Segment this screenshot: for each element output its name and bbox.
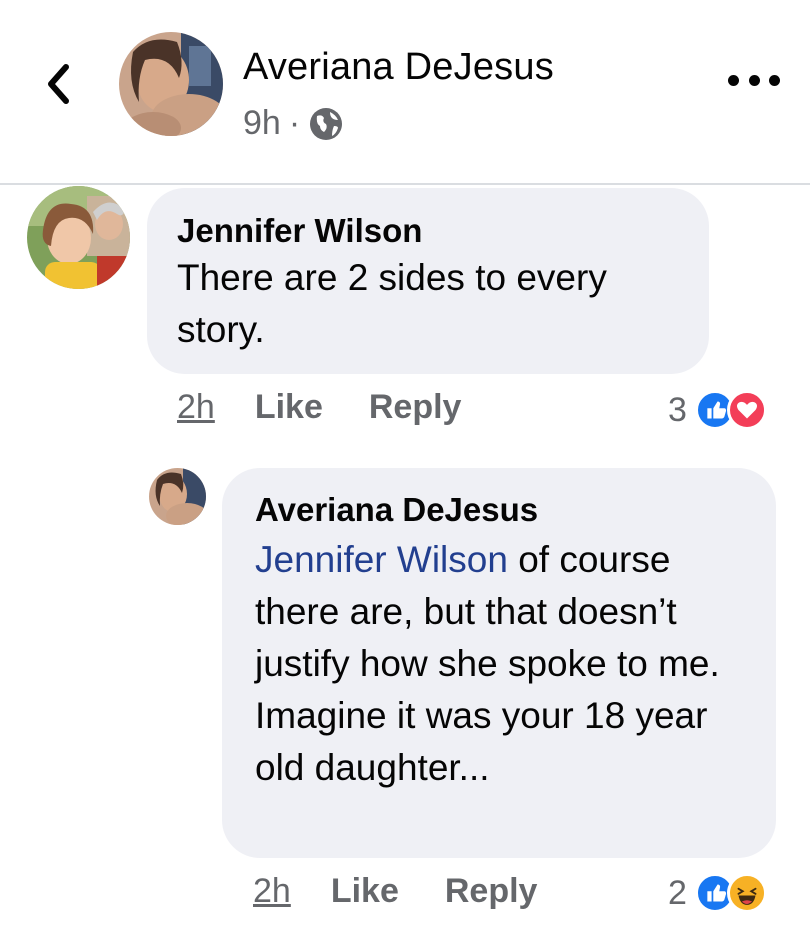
reply-actions: 2h Like Reply: [253, 872, 537, 911]
post-time[interactable]: 9h: [243, 104, 281, 143]
post-header: Averiana DeJesus 9h ·: [0, 0, 810, 183]
more-dot: [728, 74, 739, 86]
like-button[interactable]: Like: [255, 388, 323, 427]
back-button[interactable]: [38, 60, 78, 108]
haha-icon: [726, 873, 767, 913]
reaction-count: 2: [668, 873, 687, 912]
reaction-summary[interactable]: 2: [668, 873, 767, 913]
comment-avatar[interactable]: [27, 186, 130, 289]
reply-bubble: Averiana DeJesus Jennifer Wilson of cour…: [222, 468, 776, 858]
comment-author-name[interactable]: Jennifer Wilson: [177, 212, 422, 250]
comment-text: There are 2 sides to every story.: [177, 257, 607, 350]
reaction-summary[interactable]: 3: [668, 390, 767, 430]
more-dot: [748, 74, 760, 86]
more-dot: [769, 74, 780, 86]
post-meta: 9h ·: [243, 104, 344, 143]
more-options-button[interactable]: [728, 66, 780, 94]
header-divider: [0, 183, 810, 185]
reply-author-name[interactable]: Averiana DeJesus: [255, 491, 538, 529]
love-icon: [726, 390, 767, 430]
reaction-count: 3: [668, 390, 687, 429]
author-avatar[interactable]: [119, 32, 223, 136]
reply-button[interactable]: Reply: [445, 872, 538, 911]
reply-time[interactable]: 2h: [253, 872, 291, 911]
meta-separator: ·: [288, 104, 301, 142]
post-author-name[interactable]: Averiana DeJesus: [243, 46, 554, 89]
comment-time[interactable]: 2h: [177, 388, 215, 427]
reply-button[interactable]: Reply: [369, 388, 462, 427]
comment-actions: 2h Like Reply: [177, 388, 461, 427]
mention-link[interactable]: Jennifer Wilson: [255, 539, 508, 580]
reply-avatar[interactable]: [149, 468, 206, 525]
chevron-left-icon: [48, 64, 69, 104]
comment-bubble: Jennifer Wilson There are 2 sides to eve…: [147, 188, 709, 374]
like-button[interactable]: Like: [331, 872, 399, 911]
reply-text: Jennifer Wilson of course there are, but…: [255, 534, 765, 794]
globe-icon: [310, 107, 343, 140]
